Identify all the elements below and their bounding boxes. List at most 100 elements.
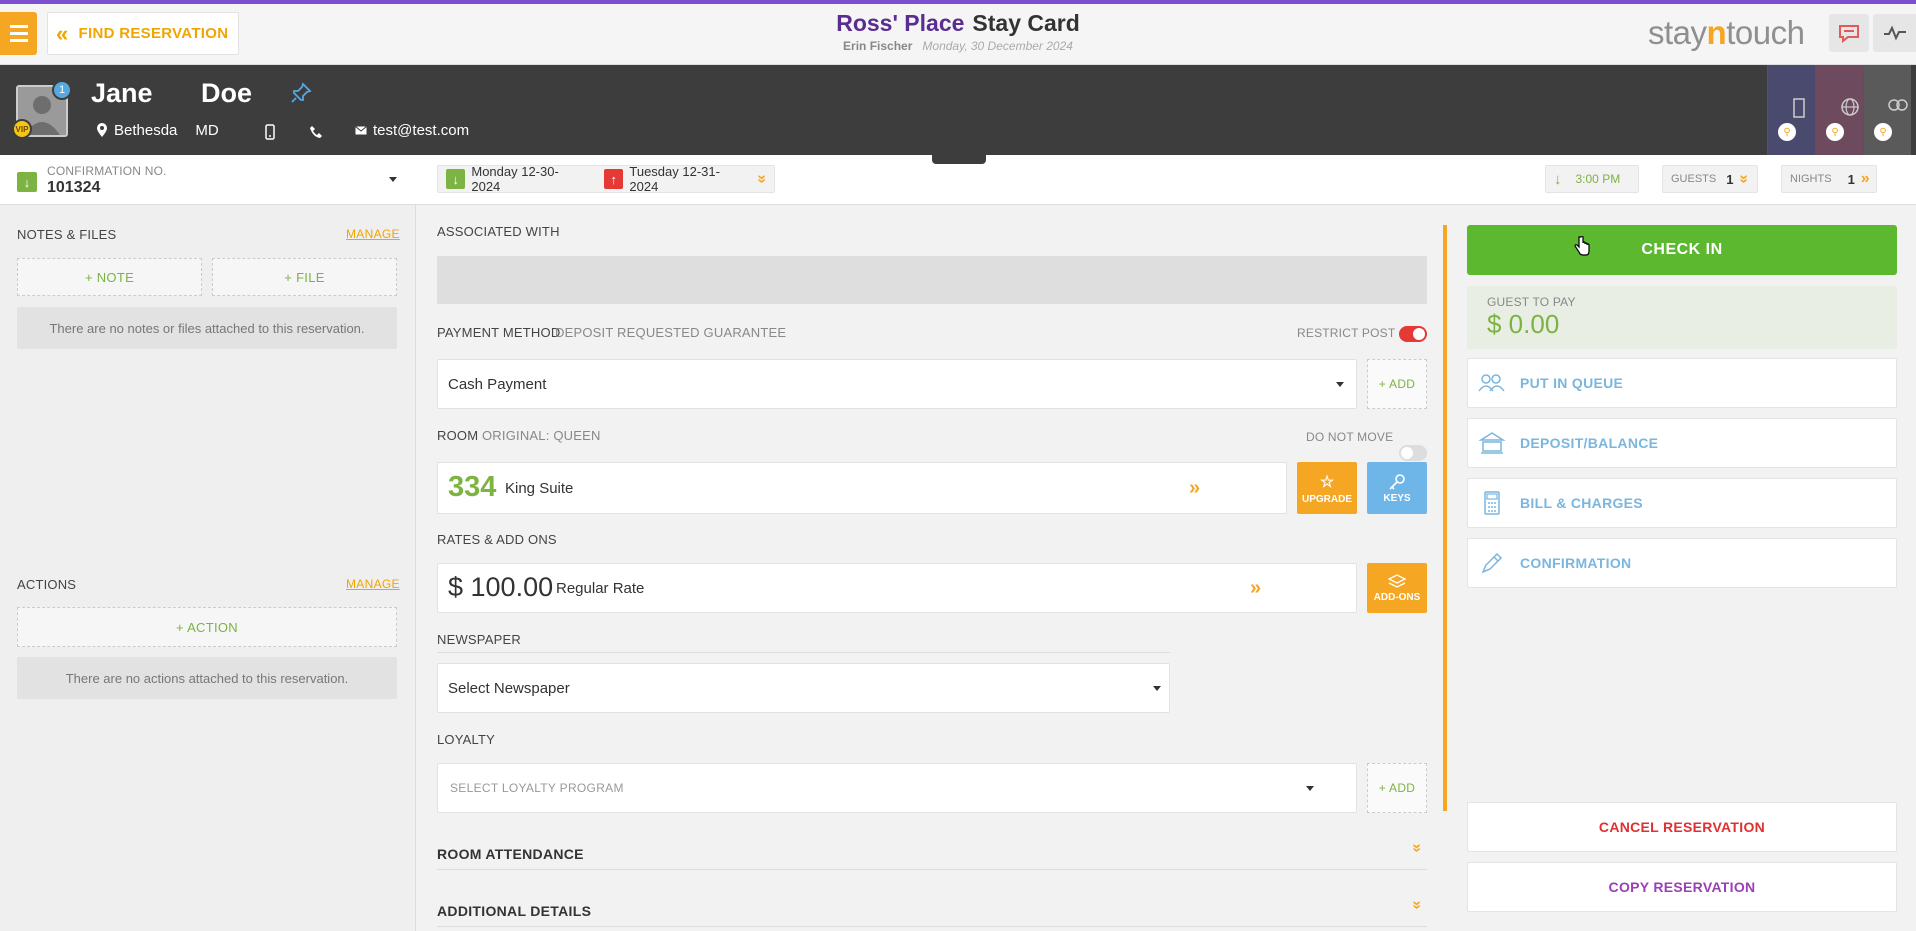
notes-files-title: NOTES & FILES <box>17 227 117 242</box>
guest-city: Bethesda <box>114 122 178 139</box>
payment-method-label: PAYMENT METHOD <box>437 325 561 340</box>
side-tabs: ⚲ ⚲ ⚲ <box>1767 65 1916 155</box>
payment-method-select[interactable]: Cash Payment <box>437 359 1357 409</box>
notes-manage-link[interactable]: MANAGE <box>346 227 400 241</box>
check-in-button[interactable]: CHECK IN <box>1467 225 1897 275</box>
nights-selector[interactable]: NIGHTS 1 » <box>1781 165 1877 193</box>
tab-web[interactable]: ⚲ <box>1815 65 1863 155</box>
confirmation-label: CONFIRMATION <box>1520 555 1632 571</box>
arrival-arrow-icon: ↓ <box>17 172 37 192</box>
phone-icon[interactable] <box>309 125 323 142</box>
pin-icon[interactable] <box>290 82 312 107</box>
payment-method-type: DEPOSIT REQUESTED GUARANTEE <box>555 325 787 340</box>
chevron-right-icon: » <box>1860 170 1870 187</box>
menu-icon <box>9 25 28 28</box>
chat-button[interactable] <box>1829 14 1869 52</box>
guest-to-pay-label: GUEST TO PAY <box>1487 295 1576 309</box>
newspaper-select[interactable]: Select Newspaper <box>437 663 1170 713</box>
collapse-handle[interactable] <box>932 152 986 164</box>
loyalty-select[interactable]: SELECT LOYALTY PROGRAM <box>437 763 1357 813</box>
restrict-post-label: RESTRICT POST <box>1297 326 1396 340</box>
restrict-post-toggle[interactable] <box>1399 326 1427 342</box>
room-selector[interactable]: 334 King Suite » <box>437 462 1287 514</box>
add-file-button[interactable]: + FILE <box>212 258 397 296</box>
stay-dates-selector[interactable]: ↓ Monday 12-30-2024 ↑ Tuesday 12-31-2024… <box>437 164 775 194</box>
rate-name: Regular Rate <box>556 580 645 597</box>
associated-with-label: ASSOCIATED WITH <box>437 224 560 239</box>
chevron-down-icon: » <box>753 174 771 184</box>
rate-amount: $ 100.00 <box>448 572 554 602</box>
room-number: 334 <box>448 471 497 503</box>
room-attendance-section[interactable]: ROOM ATTENDANCE » <box>437 838 1427 870</box>
deposit-balance-button[interactable]: DEPOSIT/BALANCE <box>1467 418 1897 468</box>
bill-charges-button[interactable]: BILL & CHARGES <box>1467 478 1897 528</box>
add-note-button[interactable]: + NOTE <box>17 258 202 296</box>
tab-hotel[interactable]: ⚲ <box>1767 65 1815 155</box>
pulse-icon <box>1883 25 1906 41</box>
payment-method-value: Cash Payment <box>448 376 547 393</box>
associated-with-field[interactable] <box>437 256 1427 304</box>
page-title-text: Stay Card <box>972 10 1080 36</box>
group-icon <box>1888 99 1908 111</box>
hamburger-menu-button[interactable] <box>0 12 37 55</box>
newspaper-value: Select Newspaper <box>448 680 570 697</box>
guest-to-pay-box: GUEST TO PAY $ 0.00 <box>1467 286 1897 349</box>
do-not-move-label: DO NOT MOVE <box>1306 430 1394 444</box>
eta-selector[interactable]: ↓ 3:00 PM <box>1545 165 1639 193</box>
mobile-phone-icon[interactable] <box>265 124 275 143</box>
search-icon: ⚲ <box>1778 123 1796 141</box>
add-payment-button[interactable]: + ADD <box>1367 359 1427 409</box>
cancel-reservation-button[interactable]: CANCEL RESERVATION <box>1467 802 1897 852</box>
room-type: King Suite <box>505 480 574 497</box>
star-icon: ☆ <box>1319 473 1335 491</box>
guest-first-name[interactable]: Jane <box>91 78 153 109</box>
find-reservation-button[interactable]: « FIND RESERVATION <box>47 12 239 55</box>
actions-manage-link[interactable]: MANAGE <box>346 577 400 591</box>
guests-selector[interactable]: GUESTS 1 » <box>1662 165 1758 193</box>
put-in-queue-button[interactable]: PUT IN QUEUE <box>1467 358 1897 408</box>
hand-cursor-icon <box>1573 235 1591 259</box>
add-action-button[interactable]: + ACTION <box>17 607 397 647</box>
rates-label: RATES & ADD ONS <box>437 532 557 547</box>
guests-count: 1 <box>1726 171 1734 187</box>
key-icon <box>1389 473 1405 490</box>
add-ons-button[interactable]: ADD-ONS <box>1367 563 1427 613</box>
rate-selector[interactable]: $ 100.00 Regular Rate » <box>437 563 1357 613</box>
chevron-right-icon: » <box>1189 477 1201 499</box>
notes-empty-message: There are no notes or files attached to … <box>17 307 397 349</box>
arrival-arrow-icon: ↓ <box>1554 170 1562 188</box>
do-not-move-toggle[interactable] <box>1399 445 1427 461</box>
arrival-date: Monday 12-30-2024 <box>471 164 559 194</box>
guest-last-name[interactable]: Doe <box>201 78 252 109</box>
guests-label: GUESTS <box>1671 173 1717 185</box>
layers-icon <box>1388 573 1406 588</box>
activity-button[interactable] <box>1873 14 1916 52</box>
vip-badge: VIP <box>12 119 32 139</box>
guest-count-badge: 1 <box>52 80 72 100</box>
chevron-down-icon: » <box>1735 174 1753 184</box>
additional-details-title: ADDITIONAL DETAILS <box>437 903 592 919</box>
tab-group[interactable]: ⚲ <box>1863 65 1911 155</box>
page-title-block: Ross' Place Stay Card Erin Fischer Monday,… <box>700 10 1216 53</box>
chevron-down-icon: » <box>1408 900 1426 910</box>
actions-empty-message: There are no actions attached to this re… <box>17 657 397 699</box>
copy-reservation-button[interactable]: COPY RESERVATION <box>1467 862 1897 912</box>
business-date: Monday, 30 December 2024 <box>922 39 1073 53</box>
add-loyalty-button[interactable]: + ADD <box>1367 763 1427 813</box>
confirmation-button[interactable]: CONFIRMATION <box>1467 538 1897 588</box>
confirmation-selector[interactable]: ↓ CONFIRMATION NO. 101324 <box>0 155 416 205</box>
nights-count: 1 <box>1847 171 1855 187</box>
guest-state: MD <box>195 122 219 139</box>
put-in-queue-label: PUT IN QUEUE <box>1520 375 1624 391</box>
guest-email[interactable]: test@test.com <box>355 122 469 139</box>
confirmation-number: 101324 <box>47 179 101 196</box>
keys-button[interactable]: KEYS <box>1367 462 1427 514</box>
search-icon: ⚲ <box>1874 123 1892 141</box>
chevron-down-icon <box>1306 786 1314 791</box>
additional-details-section[interactable]: ADDITIONAL DETAILS » <box>437 895 1427 927</box>
brand-logo: stayntouch <box>1648 14 1805 51</box>
newspaper-label: NEWSPAPER <box>437 632 521 647</box>
arrival-arrow-icon: ↓ <box>446 169 466 189</box>
find-reservation-label: FIND RESERVATION <box>78 25 229 42</box>
upgrade-button[interactable]: ☆ UPGRADE <box>1297 462 1357 514</box>
